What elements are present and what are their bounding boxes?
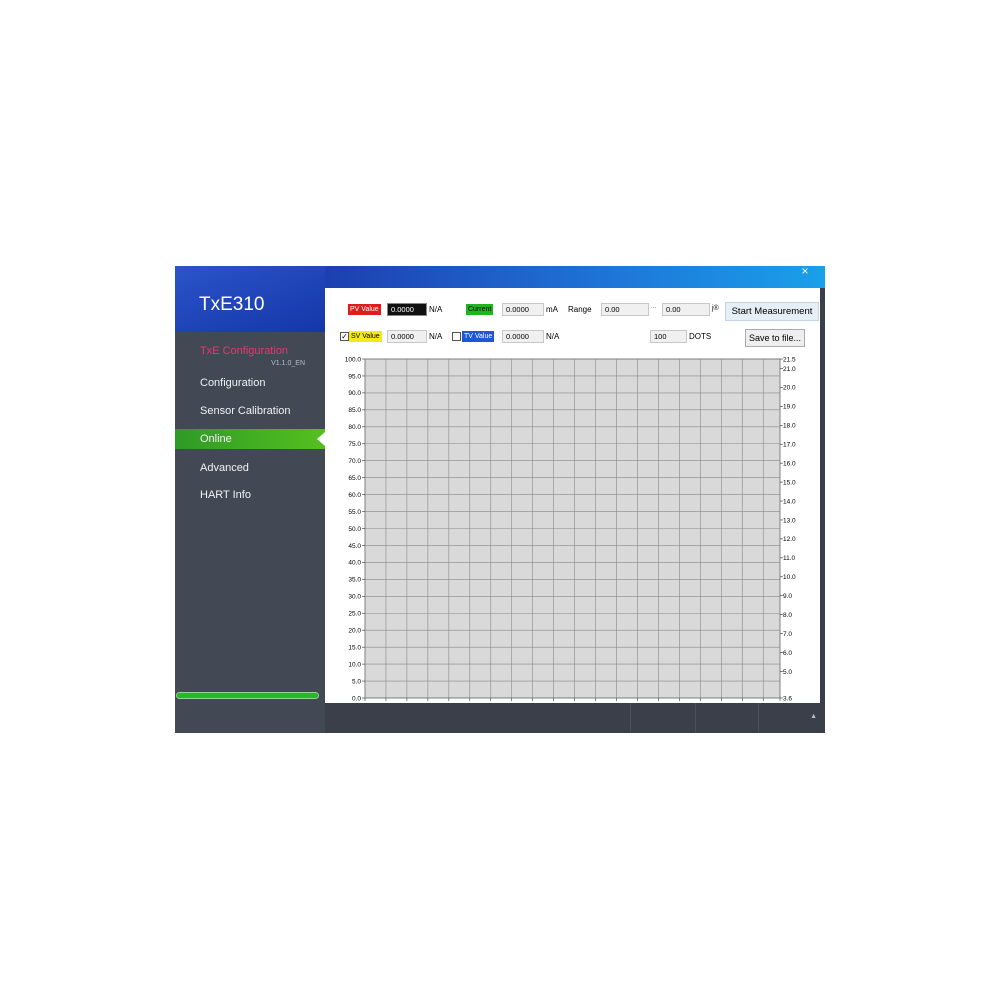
- y-left-tick-label: 30.0: [348, 594, 361, 601]
- y-right-tick-label: 7.0: [783, 631, 792, 638]
- sidebar-item-configuration[interactable]: Configuration: [175, 373, 325, 393]
- y-left-tick-label: 35.0: [348, 577, 361, 584]
- app-title: TxE310: [199, 294, 265, 315]
- y-right-tick-label: 21.5: [783, 356, 796, 363]
- y-left-tick-label: 70.0: [348, 458, 361, 465]
- y-left-tick-label: 50.0: [348, 526, 361, 533]
- y-right-tick-label: 3.6: [783, 695, 792, 702]
- y-left-tick-label: 45.0: [348, 543, 361, 550]
- y-left-tick-label: 85.0: [348, 407, 361, 414]
- status-divider: [758, 703, 759, 733]
- y-left-tick-label: 95.0: [348, 373, 361, 380]
- y-right-tick-label: 15.0: [783, 479, 796, 486]
- app-window: TxE310 TxE Configuration V1.1.0_EN Confi…: [175, 266, 825, 733]
- y-left-tick-label: 65.0: [348, 475, 361, 482]
- sidebar: TxE310 TxE Configuration V1.1.0_EN Confi…: [175, 266, 325, 733]
- y-left-tick-label: 40.0: [348, 560, 361, 567]
- status-divider: [630, 703, 631, 733]
- trend-chart: 0510152025303540455055606570758085909599…: [345, 356, 796, 702]
- title-bar: ×: [325, 266, 825, 288]
- y-left-tick-label: 75.0: [348, 441, 361, 448]
- y-right-tick-label: 16.0: [783, 460, 796, 467]
- y-right-tick-label: 18.0: [783, 423, 796, 430]
- status-bar: ▲: [325, 703, 825, 733]
- resize-arrow-icon: ▲: [810, 713, 817, 720]
- sidebar-item-advanced[interactable]: Advanced: [175, 458, 325, 478]
- y-right-tick-label: 21.0: [783, 366, 796, 373]
- y-right-tick-label: 17.0: [783, 442, 796, 449]
- y-right-tick-label: 5.0: [783, 669, 792, 676]
- y-left-tick-label: 20.0: [348, 628, 361, 635]
- y-right-tick-label: 13.0: [783, 517, 796, 524]
- y-left-tick-label: 90.0: [348, 390, 361, 397]
- sidebar-item-sensor-calibration[interactable]: Sensor Calibration: [175, 401, 325, 421]
- y-right-tick-label: 14.0: [783, 498, 796, 505]
- y-left-tick-label: 60.0: [348, 492, 361, 499]
- y-left-tick-label: 0.0: [352, 695, 361, 702]
- config-section-title: TxE Configuration: [200, 345, 289, 357]
- sidebar-item-hart-info[interactable]: HART Info: [175, 485, 325, 505]
- y-left-tick-label: 55.0: [348, 509, 361, 516]
- y-left-tick-label: 15.0: [348, 644, 361, 651]
- y-left-tick-label: 100.0: [345, 356, 362, 363]
- y-left-tick-label: 80.0: [348, 424, 361, 431]
- progress-bar: [176, 692, 319, 699]
- y-left-tick-label: 5.0: [352, 678, 361, 685]
- y-left-tick-label: 10.0: [348, 661, 361, 668]
- status-divider: [695, 703, 696, 733]
- sidebar-item-online[interactable]: Online: [175, 429, 325, 449]
- y-right-tick-label: 8.0: [783, 612, 792, 619]
- version-label: V1.1.0_EN: [271, 360, 305, 367]
- y-right-tick-label: 19.0: [783, 404, 796, 411]
- y-right-tick-label: 11.0: [783, 555, 796, 562]
- close-icon[interactable]: ×: [795, 266, 815, 284]
- online-panel: PV Value 0.0000 N/A Current 0.0000 mA Ra…: [325, 288, 820, 703]
- y-right-tick-label: 20.0: [783, 385, 796, 392]
- brand-header: TxE310: [175, 266, 325, 332]
- y-right-tick-label: 9.0: [783, 593, 792, 600]
- progress-fill: [177, 693, 318, 698]
- y-right-tick-label: 12.0: [783, 536, 796, 543]
- y-right-tick-label: 10.0: [783, 574, 796, 581]
- y-left-tick-label: 25.0: [348, 611, 361, 618]
- y-right-tick-label: 6.0: [783, 650, 792, 657]
